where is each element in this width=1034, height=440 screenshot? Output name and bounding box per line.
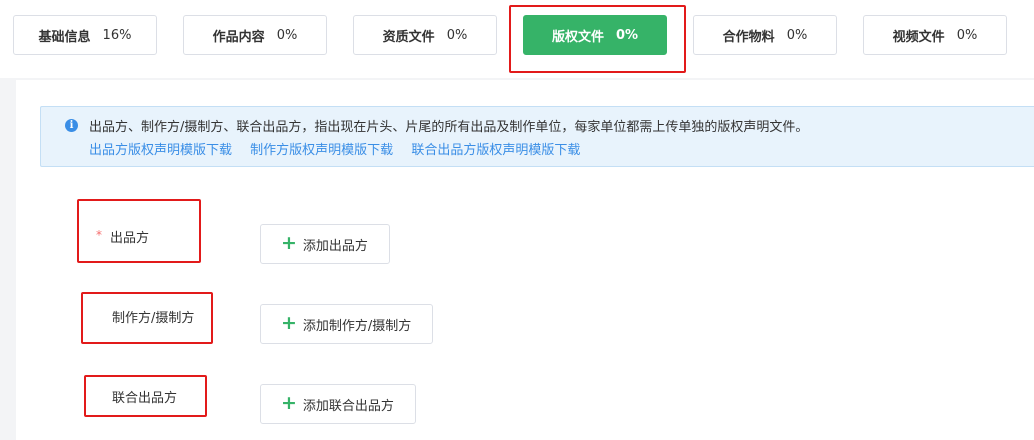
progress-tabs: 基础信息 16% 作品内容 0% 资质文件 0% 版权文件 0% 合作物料 0%… (0, 0, 1034, 78)
tab-work-content[interactable]: 作品内容 0% (183, 15, 327, 55)
tab-percent: 0% (276, 27, 298, 43)
producer-label: * 出品方 (96, 227, 149, 246)
tab-percent: 0% (446, 27, 468, 43)
tab-percent: 0% (615, 27, 639, 43)
tab-cooperation-materials[interactable]: 合作物料 0% (693, 15, 837, 55)
maker-label: 制作方/摄制方 (112, 311, 195, 326)
tab-label: 资质文件 (382, 29, 435, 45)
plus-icon: + (281, 311, 297, 334)
producer-template-download-link[interactable]: 出品方版权声明模版下载 (89, 143, 232, 158)
template-links: 出品方版权声明模版下载 制作方版权声明模版下载 联合出品方版权声明模版下载 (89, 139, 594, 158)
tab-label: 合作物料 (722, 29, 775, 45)
tab-label: 基础信息 (38, 29, 91, 45)
copyright-form-panel: i 出品方、制作方/摄制方、联合出品方，指出现在片头、片尾的所有出品及制作单位，… (16, 80, 1034, 440)
co-producer-template-download-link[interactable]: 联合出品方版权声明模版下载 (411, 143, 580, 158)
tab-percent: 0% (786, 27, 808, 43)
tab-percent: 0% (956, 27, 978, 43)
tab-label: 作品内容 (212, 29, 265, 45)
plus-icon: + (281, 231, 297, 254)
add-co-producer-button-label: 添加联合出品方 (302, 398, 394, 414)
add-producer-button-label: 添加出品方 (302, 238, 368, 254)
add-co-producer-button[interactable]: + 添加联合出品方 (260, 384, 416, 424)
add-maker-button[interactable]: + 添加制作方/摄制方 (260, 304, 434, 344)
tab-label: 版权文件 (551, 29, 604, 45)
tab-qualification-docs[interactable]: 资质文件 0% (353, 15, 497, 55)
tab-percent: 16% (102, 27, 132, 43)
info-icon: i (65, 119, 78, 132)
add-producer-button[interactable]: + 添加出品方 (260, 224, 390, 264)
plus-icon: + (281, 391, 297, 414)
tab-copyright-docs[interactable]: 版权文件 0% (523, 15, 667, 55)
co-producer-label: 联合出品方 (112, 391, 178, 406)
producer-label-text: 出品方 (110, 231, 150, 246)
notice-text: 出品方、制作方/摄制方、联合出品方，指出现在片头、片尾的所有出品及制作单位，每家… (89, 120, 809, 135)
maker-template-download-link[interactable]: 制作方版权声明模版下载 (250, 143, 393, 158)
tab-label: 视频文件 (892, 29, 945, 45)
required-mark: * (96, 228, 102, 242)
add-maker-button-label: 添加制作方/摄制方 (302, 318, 412, 334)
info-notice: i 出品方、制作方/摄制方、联合出品方，指出现在片头、片尾的所有出品及制作单位，… (40, 106, 1034, 167)
tab-basic-info[interactable]: 基础信息 16% (13, 15, 157, 55)
tab-video-files[interactable]: 视频文件 0% (863, 15, 1007, 55)
